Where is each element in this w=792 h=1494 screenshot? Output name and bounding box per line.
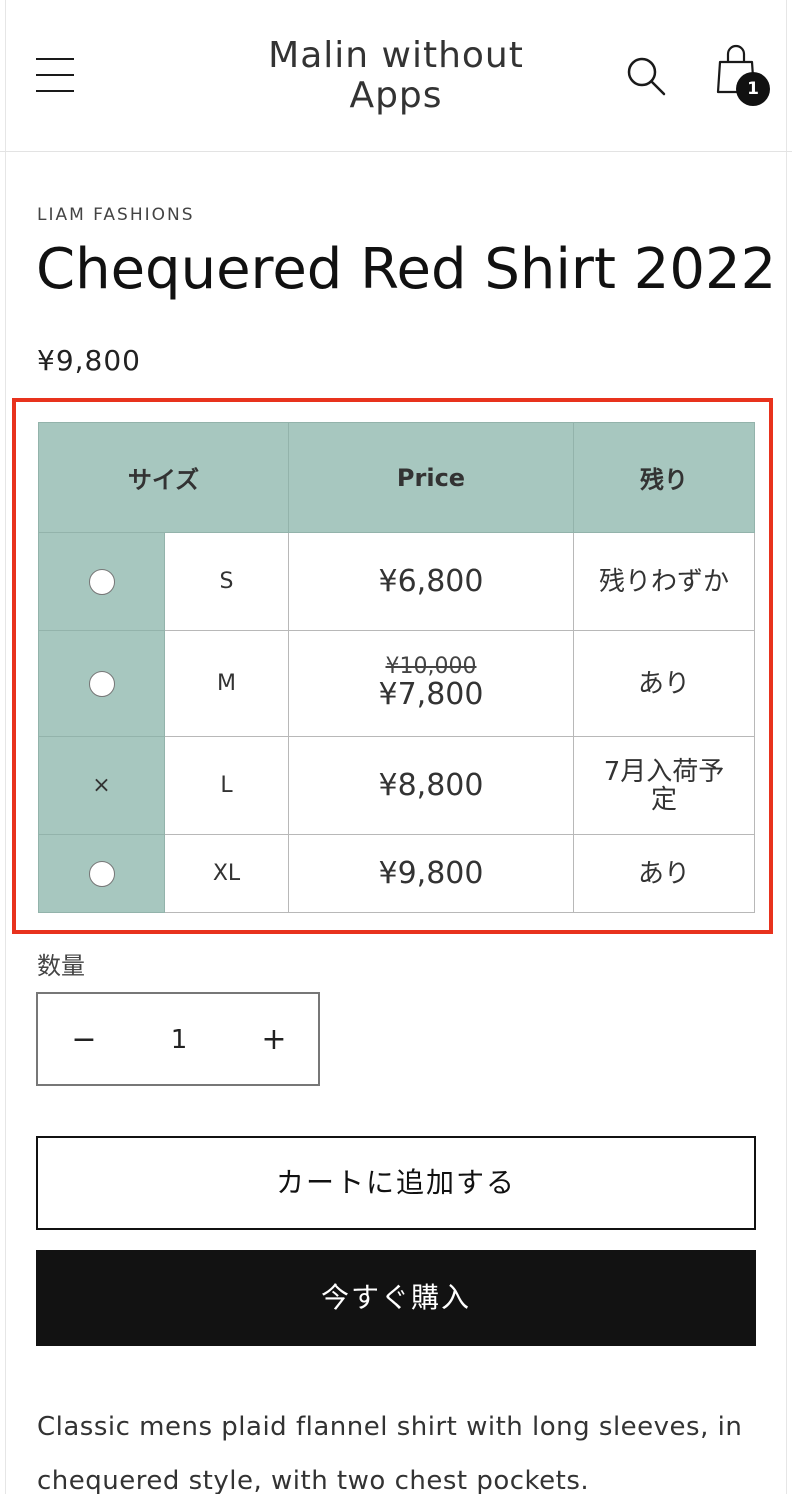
add-to-cart-button[interactable]: カートに追加する bbox=[36, 1136, 756, 1230]
variant-price: ¥8,800 bbox=[288, 736, 574, 835]
product-price: ¥9,800 bbox=[37, 344, 141, 377]
variant-stock: あり bbox=[573, 630, 755, 737]
variant-size: L bbox=[164, 736, 289, 835]
variant-table: サイズ Price 残り S ¥6,800 残りわずか M ¥10,000 ¥7… bbox=[38, 422, 755, 913]
variant-compare-price: ¥10,000 bbox=[385, 653, 477, 679]
size-column-header: サイズ bbox=[38, 422, 289, 533]
variant-size: XL bbox=[164, 834, 289, 913]
sold-out-mark: × bbox=[92, 773, 111, 798]
variant-stock: 7月入荷予定 bbox=[573, 736, 755, 835]
variant-select-cell bbox=[38, 532, 165, 631]
variant-stock: あり bbox=[573, 834, 755, 913]
variant-radio-s[interactable] bbox=[88, 568, 115, 595]
search-icon[interactable] bbox=[624, 54, 668, 98]
product-description: Classic mens plaid flannel shirt with lo… bbox=[37, 1412, 743, 1494]
variant-row-s: S ¥6,800 残りわずか bbox=[38, 532, 755, 631]
variant-stock: 残りわずか bbox=[573, 532, 755, 631]
variant-price: ¥6,800 bbox=[288, 532, 574, 631]
product-vendor: LIAM FASHIONS bbox=[37, 205, 195, 225]
buy-now-button[interactable]: 今すぐ購入 bbox=[36, 1250, 756, 1346]
variant-row-xl: XL ¥9,800 あり bbox=[38, 834, 755, 913]
quantity-input[interactable]: 1 bbox=[134, 1014, 224, 1066]
site-header: Malin without Apps 1 bbox=[0, 0, 792, 152]
variant-size: S bbox=[164, 532, 289, 631]
variant-select-cell bbox=[38, 630, 165, 737]
variant-row-m: M ¥10,000 ¥7,800 あり bbox=[38, 630, 755, 737]
product-title: Chequered Red Shirt 2022 bbox=[36, 237, 777, 302]
quantity-label: 数量 bbox=[37, 952, 85, 980]
quantity-stepper: − 1 + bbox=[36, 992, 320, 1086]
variant-select-cell: × bbox=[38, 736, 165, 835]
variant-price: ¥7,800 bbox=[378, 676, 484, 712]
store-logo[interactable]: Malin without Apps bbox=[236, 36, 556, 116]
cart-count-badge: 1 bbox=[736, 72, 770, 106]
variant-radio-m[interactable] bbox=[88, 670, 115, 697]
stock-column-header: 残り bbox=[573, 422, 755, 533]
hamburger-menu-icon[interactable] bbox=[36, 56, 76, 94]
quantity-increase-button[interactable]: + bbox=[248, 1014, 300, 1066]
price-column-header: Price bbox=[288, 422, 574, 533]
page-frame-right bbox=[786, 0, 792, 1494]
variant-row-l: × L ¥8,800 7月入荷予定 bbox=[38, 736, 755, 835]
variant-size: M bbox=[164, 630, 289, 737]
variant-radio-xl[interactable] bbox=[88, 860, 115, 887]
variant-select-cell bbox=[38, 834, 165, 913]
page-frame-left bbox=[0, 0, 6, 1494]
variant-price-cell: ¥10,000 ¥7,800 bbox=[288, 630, 574, 737]
variant-price: ¥9,800 bbox=[288, 834, 574, 913]
quantity-decrease-button[interactable]: − bbox=[58, 1014, 110, 1066]
